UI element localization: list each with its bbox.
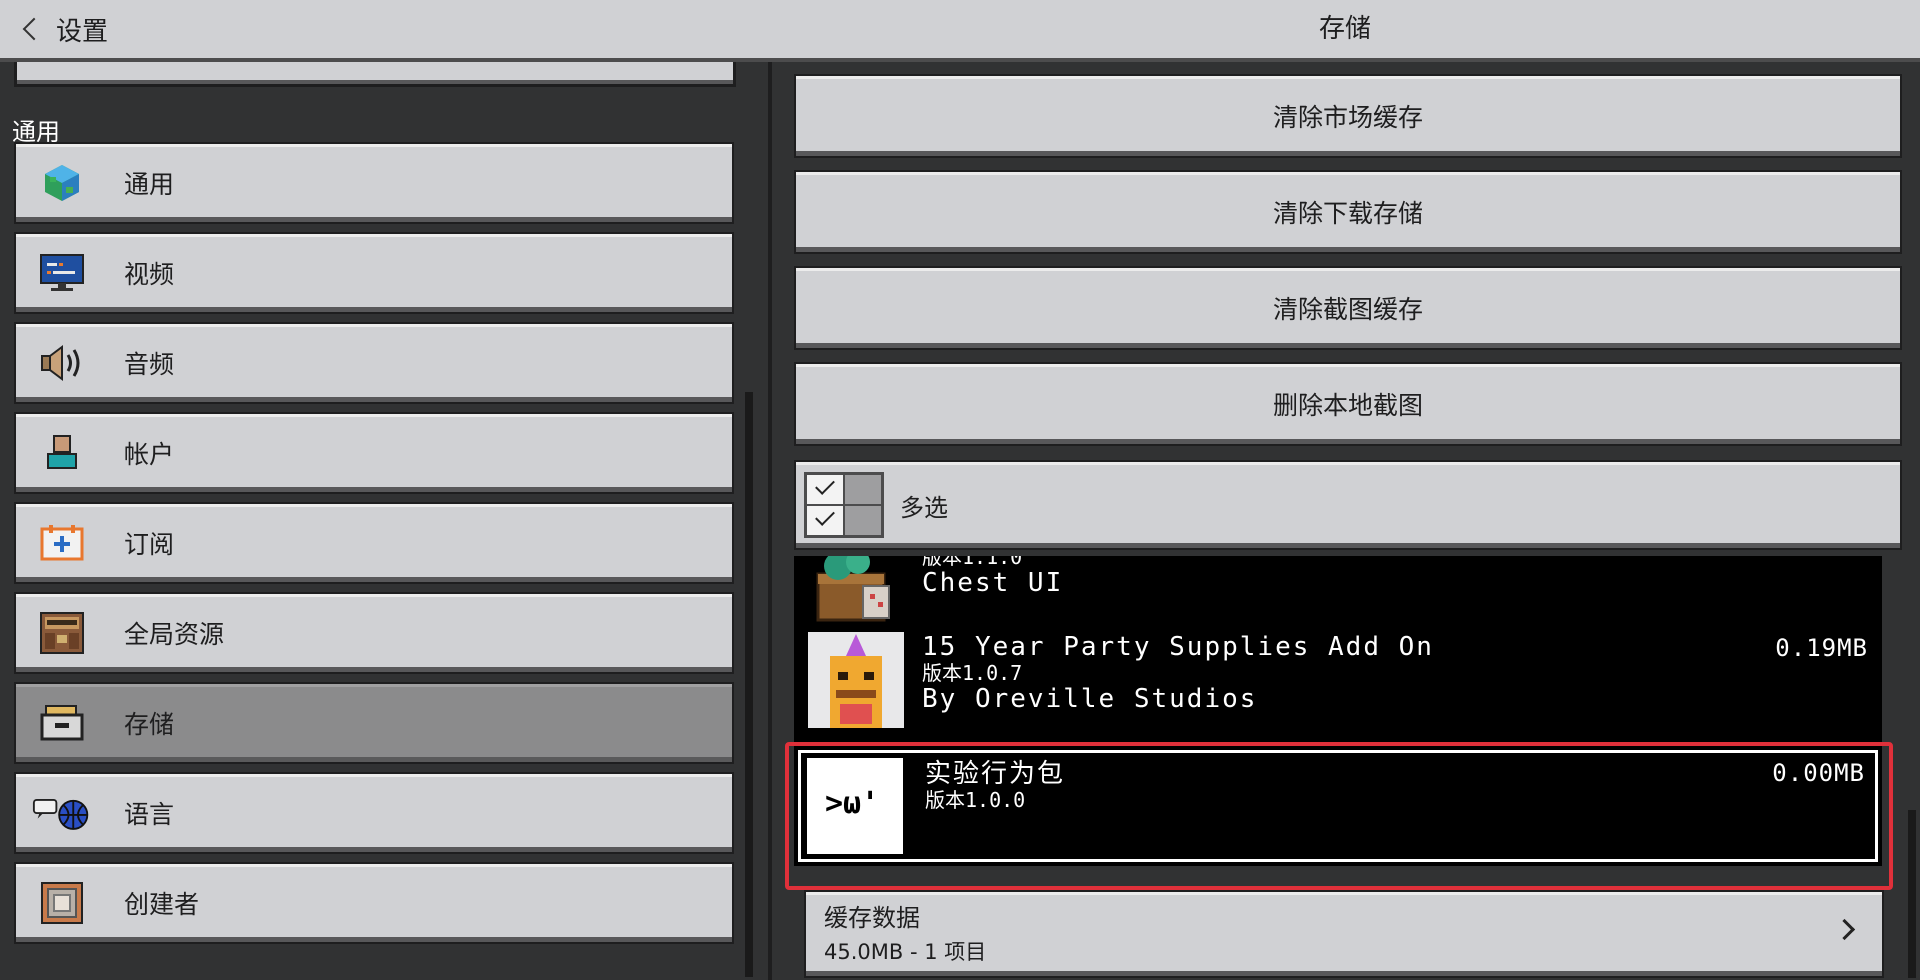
sidebar-item-label: 订阅 [124, 530, 175, 559]
sidebar-item-video[interactable]: 视频 [14, 232, 734, 314]
back-button[interactable]: 设置 [18, 0, 108, 58]
sidebar-item-global-resources[interactable]: 全局资源 [14, 592, 734, 674]
sidebar-item-label: 视频 [124, 260, 175, 289]
multi-select-toggle[interactable]: 多选 [794, 460, 1902, 550]
experimental-pack-thumbnail-icon: >ω' [807, 758, 903, 854]
sidebar-item-partial[interactable] [14, 62, 736, 87]
sidebar-item-label: 通用 [124, 170, 175, 199]
back-label: 设置 [56, 16, 109, 47]
pack-size: 0.19MB [1775, 634, 1868, 662]
chest-thumbnail-icon [808, 556, 904, 630]
cache-subtitle: 45.0MB - 1 项目 [824, 940, 987, 964]
sidebar-item-label: 音频 [124, 350, 175, 379]
command-block-icon [32, 880, 92, 926]
sidebar-item-label: 全局资源 [124, 620, 225, 649]
folder-drawer-icon [32, 700, 92, 746]
pack-name: 15 Year Party Supplies Add On [922, 632, 1434, 662]
cache-title: 缓存数据 [824, 904, 920, 932]
clear-download-storage-button[interactable]: 清除下载存储 [794, 170, 1902, 254]
pack-item-experimental-behavior[interactable]: >ω' 实验行为包 版本1.0.0 0.00MB [798, 750, 1878, 862]
settings-sidebar: 通用 通用 视频 音频 帐户 订阅 全局资源 存储 语言 创建者 [0, 62, 772, 980]
cache-data-row[interactable]: 缓存数据 45.0MB - 1 项目 [804, 890, 1884, 978]
storage-panel: 清除市场缓存 清除下载存储 清除截图缓存 删除本地截图 多选 版本1.1.0 C… [780, 62, 1920, 980]
language-icon [32, 790, 92, 836]
sidebar-item-creator[interactable]: 创建者 [14, 862, 734, 944]
delete-local-screenshots-button[interactable]: 删除本地截图 [794, 362, 1902, 446]
sidebar-item-audio[interactable]: 音频 [14, 322, 734, 404]
pack-version: 版本1.0.7 [922, 661, 1023, 685]
account-icon [32, 430, 92, 476]
monitor-icon [32, 250, 92, 296]
page-title: 存储 [1318, 14, 1371, 44]
globe-icon [32, 160, 92, 206]
pack-thumb-text: >ω' [825, 786, 880, 821]
top-bar: 设置 存储 [0, 0, 1920, 62]
calendar-plus-icon [32, 520, 92, 566]
party-pack-thumbnail-icon [808, 632, 904, 728]
clear-marketplace-cache-button[interactable]: 清除市场缓存 [794, 74, 1902, 158]
chevron-left-icon [22, 17, 46, 41]
sidebar-item-subscriptions[interactable]: 订阅 [14, 502, 734, 584]
pack-version: 版本1.1.0 [922, 556, 1023, 569]
content-scrollbar[interactable] [1908, 810, 1916, 978]
pack-item-party-supplies[interactable]: 15 Year Party Supplies Add On 版本1.0.7 By… [794, 632, 1882, 728]
sidebar-item-storage[interactable]: 存储 [14, 682, 734, 764]
chevron-right-icon [1833, 918, 1856, 941]
sidebar-scrollbar[interactable] [745, 392, 753, 977]
sidebar-item-account[interactable]: 帐户 [14, 412, 734, 494]
pack-list: 版本1.1.0 Chest UI 15 Year Party Supplies … [794, 556, 1882, 866]
pack-name: 实验行为包 [925, 759, 1066, 789]
multi-select-label: 多选 [900, 493, 948, 522]
resource-pack-icon [32, 610, 92, 656]
sidebar-item-label: 存储 [124, 710, 175, 739]
sidebar-item-label: 语言 [124, 800, 175, 829]
pack-size: 0.00MB [1772, 759, 1865, 787]
pack-version: 版本1.0.0 [925, 788, 1026, 812]
multi-select-checkbox-icon [804, 472, 884, 538]
pack-item-chest-ui[interactable]: 版本1.1.0 Chest UI [794, 556, 1882, 626]
speaker-icon [32, 340, 92, 386]
pack-author: By Oreville Studios [922, 684, 1258, 714]
sidebar-item-language[interactable]: 语言 [14, 772, 734, 854]
sidebar-item-general[interactable]: 通用 [14, 142, 734, 224]
pack-name: Chest UI [922, 568, 1064, 598]
clear-screenshot-cache-button[interactable]: 清除截图缓存 [794, 266, 1902, 350]
sidebar-item-label: 创建者 [124, 890, 200, 919]
sidebar-nav: 通用 视频 音频 帐户 订阅 全局资源 存储 语言 创建者 [14, 142, 734, 952]
sidebar-item-label: 帐户 [124, 440, 175, 469]
